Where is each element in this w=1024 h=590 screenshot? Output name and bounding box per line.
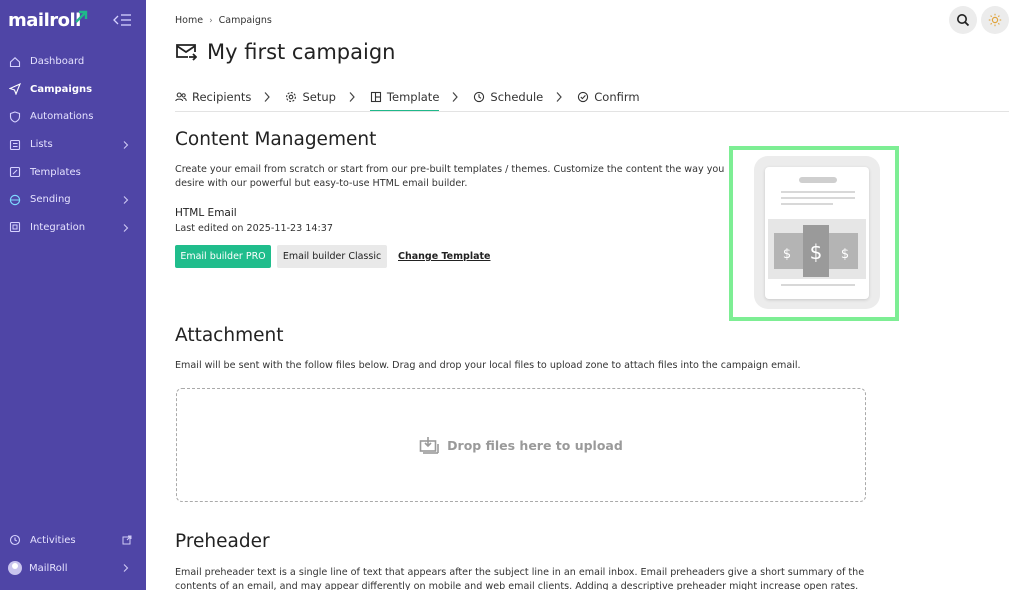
- sidebar-item-templates[interactable]: Templates: [0, 158, 146, 186]
- history-icon: [9, 534, 21, 546]
- sidebar-item-label: Lists: [30, 139, 53, 151]
- tab-template[interactable]: Template: [369, 86, 440, 112]
- sidebar-item-dashboard[interactable]: Dashboard: [0, 48, 146, 76]
- avatar: [8, 561, 22, 575]
- dropzone-text: Drop files here to upload: [447, 437, 623, 453]
- svg-text:$: $: [783, 247, 791, 262]
- logo[interactable]: mailroll: [8, 10, 81, 31]
- sidebar-item-integration[interactable]: Integration: [0, 214, 146, 242]
- tab-recipients[interactable]: Recipients: [175, 86, 251, 108]
- email-builder-classic-button[interactable]: Email builder Classic: [277, 245, 387, 268]
- tab-setup[interactable]: Setup: [285, 86, 336, 108]
- collapse-sidebar-icon[interactable]: [112, 12, 132, 28]
- tab-label: Setup: [302, 90, 336, 104]
- search-icon: [957, 14, 970, 27]
- globe-icon: [9, 194, 21, 206]
- template-preview[interactable]: $ $ $: [729, 146, 899, 321]
- change-template-link[interactable]: Change Template: [398, 251, 490, 262]
- chevron-right-icon: [123, 140, 129, 149]
- tab-schedule[interactable]: Schedule: [473, 86, 543, 108]
- template-thumbnail-icon: $ $ $: [768, 177, 866, 286]
- sidebar-item-label: Automations: [30, 111, 94, 123]
- content-management-title: Content Management: [175, 129, 377, 150]
- sidebar-item-automations[interactable]: Automations: [0, 103, 146, 131]
- sidebar-item-label: Activities: [30, 534, 76, 546]
- sidebar-item-label: Campaigns: [30, 83, 93, 95]
- search-button[interactable]: [949, 6, 977, 34]
- breadcrumb-current[interactable]: Campaigns: [219, 15, 272, 26]
- chevron-right-icon: [264, 92, 271, 102]
- edit-icon: [9, 166, 21, 178]
- sidebar-item-label: Sending: [30, 194, 71, 206]
- svg-text:$: $: [810, 240, 823, 264]
- sidebar-item-label: MailRoll: [29, 562, 68, 574]
- page-title-row: My first campaign: [175, 40, 395, 64]
- send-icon: [9, 83, 21, 96]
- theme-toggle-button[interactable]: [981, 6, 1009, 34]
- upload-icon: [419, 437, 439, 454]
- sidebar: mailroll Dashboard Campaigns Automations…: [0, 0, 146, 590]
- page-title: My first campaign: [207, 40, 396, 64]
- chevron-right-icon: [123, 564, 129, 572]
- sidebar-item-label: Integration: [30, 221, 86, 233]
- sidebar-nav: Dashboard Campaigns Automations Lists Te…: [0, 48, 146, 241]
- attachment-description: Email will be sent with the follow files…: [175, 360, 801, 371]
- sidebar-item-activities[interactable]: Activities: [0, 526, 146, 554]
- template-thumbnail: $ $ $: [765, 167, 869, 299]
- sidebar-bottom: Activities MailRoll: [0, 526, 146, 582]
- last-edited-label: Last edited on 2025-11-23 14:37: [175, 223, 333, 234]
- chevron-right-icon: [452, 92, 459, 102]
- sidebar-item-label: Templates: [30, 166, 81, 178]
- sidebar-item-sending[interactable]: Sending: [0, 186, 146, 214]
- tab-label: Recipients: [192, 90, 252, 104]
- attachment-title: Attachment: [175, 325, 284, 346]
- preheader-description-line2: contents of an email, and may appear dif…: [175, 581, 859, 590]
- layout-icon: [370, 91, 382, 103]
- shield-icon: [9, 111, 21, 123]
- plug-icon: [9, 221, 21, 233]
- check-circle-icon: [577, 91, 589, 103]
- chevron-right-icon: [556, 92, 563, 102]
- logo-row: mailroll: [8, 10, 138, 34]
- tab-label: Schedule: [490, 90, 544, 104]
- list-icon: [9, 139, 21, 151]
- sidebar-item-lists[interactable]: Lists: [0, 131, 146, 159]
- file-dropzone[interactable]: Drop files here to upload: [176, 388, 866, 502]
- breadcrumb: Home › Campaigns: [175, 15, 272, 26]
- sidebar-item-label: Dashboard: [30, 56, 85, 68]
- sidebar-item-campaigns[interactable]: Campaigns: [0, 76, 146, 104]
- chevron-right-icon: [123, 196, 129, 204]
- template-preview-card: $ $ $: [754, 156, 880, 309]
- external-link-icon: [122, 535, 132, 545]
- chevron-right-icon: [349, 92, 355, 102]
- logo-mark-icon: [75, 10, 88, 23]
- sidebar-item-account[interactable]: MailRoll: [0, 554, 146, 582]
- gear-icon: [285, 91, 297, 103]
- sun-icon: [988, 13, 1002, 27]
- step-tabs: Recipients Setup Template Schedule Confi…: [175, 86, 640, 112]
- tab-label: Confirm: [594, 90, 640, 104]
- email-builder-pro-button[interactable]: Email builder PRO: [175, 245, 271, 268]
- preheader-description-line1: Email preheader text is a single line of…: [175, 567, 865, 578]
- mail-send-icon: [176, 44, 197, 61]
- svg-text:$: $: [841, 247, 849, 262]
- home-icon: [9, 56, 21, 68]
- tab-confirm[interactable]: Confirm: [577, 86, 640, 108]
- clock-icon: [473, 91, 485, 103]
- breadcrumb-separator: ›: [209, 15, 213, 26]
- content-management-description-line1: Create your email from scratch or start …: [175, 164, 725, 175]
- email-type-label: HTML Email: [175, 207, 237, 219]
- chevron-right-icon: [123, 223, 129, 232]
- tabs-divider: [175, 111, 1009, 112]
- preheader-title: Preheader: [175, 531, 270, 552]
- users-icon: [175, 91, 187, 103]
- tab-label: Template: [386, 90, 440, 104]
- breadcrumb-home[interactable]: Home: [175, 15, 203, 26]
- content-management-description-line2: desire with our powerful but easy-to-use…: [175, 178, 468, 189]
